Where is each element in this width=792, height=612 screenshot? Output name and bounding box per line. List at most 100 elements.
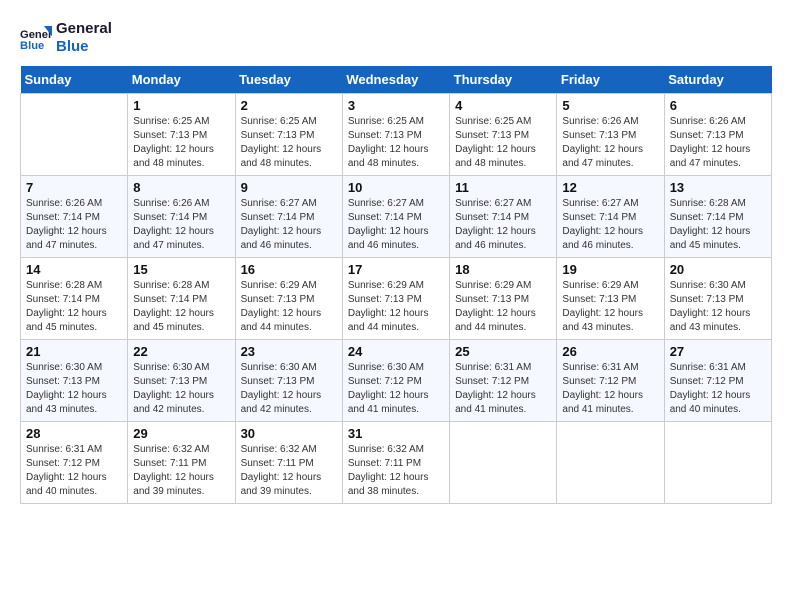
day-number: 8 xyxy=(133,180,229,195)
logo-blue: Blue xyxy=(56,38,112,56)
calendar-cell: 23 Sunrise: 6:30 AM Sunset: 7:13 PM Dayl… xyxy=(235,340,342,422)
day-number: 23 xyxy=(241,344,337,359)
weekday-friday: Friday xyxy=(557,66,664,94)
day-info: Sunrise: 6:25 AM Sunset: 7:13 PM Dayligh… xyxy=(241,115,337,171)
day-number: 29 xyxy=(133,426,229,441)
weekday-wednesday: Wednesday xyxy=(342,66,449,94)
day-info: Sunrise: 6:25 AM Sunset: 7:13 PM Dayligh… xyxy=(133,115,229,171)
calendar-cell: 30 Sunrise: 6:32 AM Sunset: 7:11 PM Dayl… xyxy=(235,422,342,504)
day-info: Sunrise: 6:26 AM Sunset: 7:14 PM Dayligh… xyxy=(26,197,122,253)
calendar-cell: 27 Sunrise: 6:31 AM Sunset: 7:12 PM Dayl… xyxy=(664,340,771,422)
calendar-cell: 15 Sunrise: 6:28 AM Sunset: 7:14 PM Dayl… xyxy=(128,258,235,340)
day-info: Sunrise: 6:30 AM Sunset: 7:13 PM Dayligh… xyxy=(133,361,229,417)
calendar-table: SundayMondayTuesdayWednesdayThursdayFrid… xyxy=(20,66,772,504)
day-number: 22 xyxy=(133,344,229,359)
day-info: Sunrise: 6:27 AM Sunset: 7:14 PM Dayligh… xyxy=(241,197,337,253)
day-number: 6 xyxy=(670,98,766,113)
day-number: 18 xyxy=(455,262,551,277)
calendar-cell: 25 Sunrise: 6:31 AM Sunset: 7:12 PM Dayl… xyxy=(450,340,557,422)
calendar-cell: 6 Sunrise: 6:26 AM Sunset: 7:13 PM Dayli… xyxy=(664,94,771,176)
day-info: Sunrise: 6:29 AM Sunset: 7:13 PM Dayligh… xyxy=(562,279,658,335)
calendar-cell: 19 Sunrise: 6:29 AM Sunset: 7:13 PM Dayl… xyxy=(557,258,664,340)
day-info: Sunrise: 6:31 AM Sunset: 7:12 PM Dayligh… xyxy=(562,361,658,417)
week-row-4: 21 Sunrise: 6:30 AM Sunset: 7:13 PM Dayl… xyxy=(21,340,772,422)
calendar-cell: 31 Sunrise: 6:32 AM Sunset: 7:11 PM Dayl… xyxy=(342,422,449,504)
weekday-monday: Monday xyxy=(128,66,235,94)
day-number: 19 xyxy=(562,262,658,277)
day-number: 26 xyxy=(562,344,658,359)
day-info: Sunrise: 6:28 AM Sunset: 7:14 PM Dayligh… xyxy=(670,197,766,253)
day-info: Sunrise: 6:25 AM Sunset: 7:13 PM Dayligh… xyxy=(455,115,551,171)
day-number: 28 xyxy=(26,426,122,441)
logo: General Blue General Blue xyxy=(20,20,112,56)
day-info: Sunrise: 6:26 AM Sunset: 7:14 PM Dayligh… xyxy=(133,197,229,253)
calendar-cell: 18 Sunrise: 6:29 AM Sunset: 7:13 PM Dayl… xyxy=(450,258,557,340)
day-info: Sunrise: 6:28 AM Sunset: 7:14 PM Dayligh… xyxy=(26,279,122,335)
day-info: Sunrise: 6:31 AM Sunset: 7:12 PM Dayligh… xyxy=(455,361,551,417)
calendar-cell xyxy=(21,94,128,176)
day-info: Sunrise: 6:31 AM Sunset: 7:12 PM Dayligh… xyxy=(670,361,766,417)
day-number: 25 xyxy=(455,344,551,359)
logo-general: General xyxy=(56,20,112,38)
day-info: Sunrise: 6:32 AM Sunset: 7:11 PM Dayligh… xyxy=(348,443,444,499)
svg-text:General: General xyxy=(20,29,52,41)
day-number: 27 xyxy=(670,344,766,359)
calendar-cell: 7 Sunrise: 6:26 AM Sunset: 7:14 PM Dayli… xyxy=(21,176,128,258)
day-number: 1 xyxy=(133,98,229,113)
day-info: Sunrise: 6:29 AM Sunset: 7:13 PM Dayligh… xyxy=(348,279,444,335)
calendar-cell: 1 Sunrise: 6:25 AM Sunset: 7:13 PM Dayli… xyxy=(128,94,235,176)
week-row-2: 7 Sunrise: 6:26 AM Sunset: 7:14 PM Dayli… xyxy=(21,176,772,258)
day-number: 17 xyxy=(348,262,444,277)
week-row-1: 1 Sunrise: 6:25 AM Sunset: 7:13 PM Dayli… xyxy=(21,94,772,176)
day-info: Sunrise: 6:29 AM Sunset: 7:13 PM Dayligh… xyxy=(455,279,551,335)
day-number: 9 xyxy=(241,180,337,195)
calendar-cell: 3 Sunrise: 6:25 AM Sunset: 7:13 PM Dayli… xyxy=(342,94,449,176)
day-info: Sunrise: 6:32 AM Sunset: 7:11 PM Dayligh… xyxy=(241,443,337,499)
svg-text:Blue: Blue xyxy=(20,40,44,52)
day-info: Sunrise: 6:25 AM Sunset: 7:13 PM Dayligh… xyxy=(348,115,444,171)
day-info: Sunrise: 6:26 AM Sunset: 7:13 PM Dayligh… xyxy=(670,115,766,171)
day-number: 12 xyxy=(562,180,658,195)
calendar-cell: 29 Sunrise: 6:32 AM Sunset: 7:11 PM Dayl… xyxy=(128,422,235,504)
logo-icon: General Blue xyxy=(20,22,52,54)
calendar-cell: 17 Sunrise: 6:29 AM Sunset: 7:13 PM Dayl… xyxy=(342,258,449,340)
day-info: Sunrise: 6:30 AM Sunset: 7:13 PM Dayligh… xyxy=(241,361,337,417)
calendar-cell: 20 Sunrise: 6:30 AM Sunset: 7:13 PM Dayl… xyxy=(664,258,771,340)
day-info: Sunrise: 6:31 AM Sunset: 7:12 PM Dayligh… xyxy=(26,443,122,499)
day-number: 10 xyxy=(348,180,444,195)
calendar-cell: 13 Sunrise: 6:28 AM Sunset: 7:14 PM Dayl… xyxy=(664,176,771,258)
day-number: 14 xyxy=(26,262,122,277)
calendar-cell: 11 Sunrise: 6:27 AM Sunset: 7:14 PM Dayl… xyxy=(450,176,557,258)
day-number: 4 xyxy=(455,98,551,113)
day-number: 30 xyxy=(241,426,337,441)
day-number: 20 xyxy=(670,262,766,277)
weekday-thursday: Thursday xyxy=(450,66,557,94)
calendar-cell: 12 Sunrise: 6:27 AM Sunset: 7:14 PM Dayl… xyxy=(557,176,664,258)
weekday-tuesday: Tuesday xyxy=(235,66,342,94)
weekday-sunday: Sunday xyxy=(21,66,128,94)
calendar-cell: 21 Sunrise: 6:30 AM Sunset: 7:13 PM Dayl… xyxy=(21,340,128,422)
calendar-cell: 2 Sunrise: 6:25 AM Sunset: 7:13 PM Dayli… xyxy=(235,94,342,176)
calendar-cell: 8 Sunrise: 6:26 AM Sunset: 7:14 PM Dayli… xyxy=(128,176,235,258)
calendar-cell: 28 Sunrise: 6:31 AM Sunset: 7:12 PM Dayl… xyxy=(21,422,128,504)
day-number: 2 xyxy=(241,98,337,113)
day-info: Sunrise: 6:27 AM Sunset: 7:14 PM Dayligh… xyxy=(348,197,444,253)
day-number: 24 xyxy=(348,344,444,359)
calendar-cell xyxy=(664,422,771,504)
day-number: 16 xyxy=(241,262,337,277)
calendar-cell: 14 Sunrise: 6:28 AM Sunset: 7:14 PM Dayl… xyxy=(21,258,128,340)
week-row-3: 14 Sunrise: 6:28 AM Sunset: 7:14 PM Dayl… xyxy=(21,258,772,340)
day-info: Sunrise: 6:30 AM Sunset: 7:13 PM Dayligh… xyxy=(26,361,122,417)
calendar-cell: 22 Sunrise: 6:30 AM Sunset: 7:13 PM Dayl… xyxy=(128,340,235,422)
day-info: Sunrise: 6:28 AM Sunset: 7:14 PM Dayligh… xyxy=(133,279,229,335)
day-number: 11 xyxy=(455,180,551,195)
day-number: 3 xyxy=(348,98,444,113)
calendar-cell xyxy=(450,422,557,504)
weekday-header-row: SundayMondayTuesdayWednesdayThursdayFrid… xyxy=(21,66,772,94)
day-info: Sunrise: 6:27 AM Sunset: 7:14 PM Dayligh… xyxy=(562,197,658,253)
header: General Blue General Blue xyxy=(20,20,772,56)
week-row-5: 28 Sunrise: 6:31 AM Sunset: 7:12 PM Dayl… xyxy=(21,422,772,504)
day-number: 7 xyxy=(26,180,122,195)
calendar-cell: 9 Sunrise: 6:27 AM Sunset: 7:14 PM Dayli… xyxy=(235,176,342,258)
day-info: Sunrise: 6:29 AM Sunset: 7:13 PM Dayligh… xyxy=(241,279,337,335)
